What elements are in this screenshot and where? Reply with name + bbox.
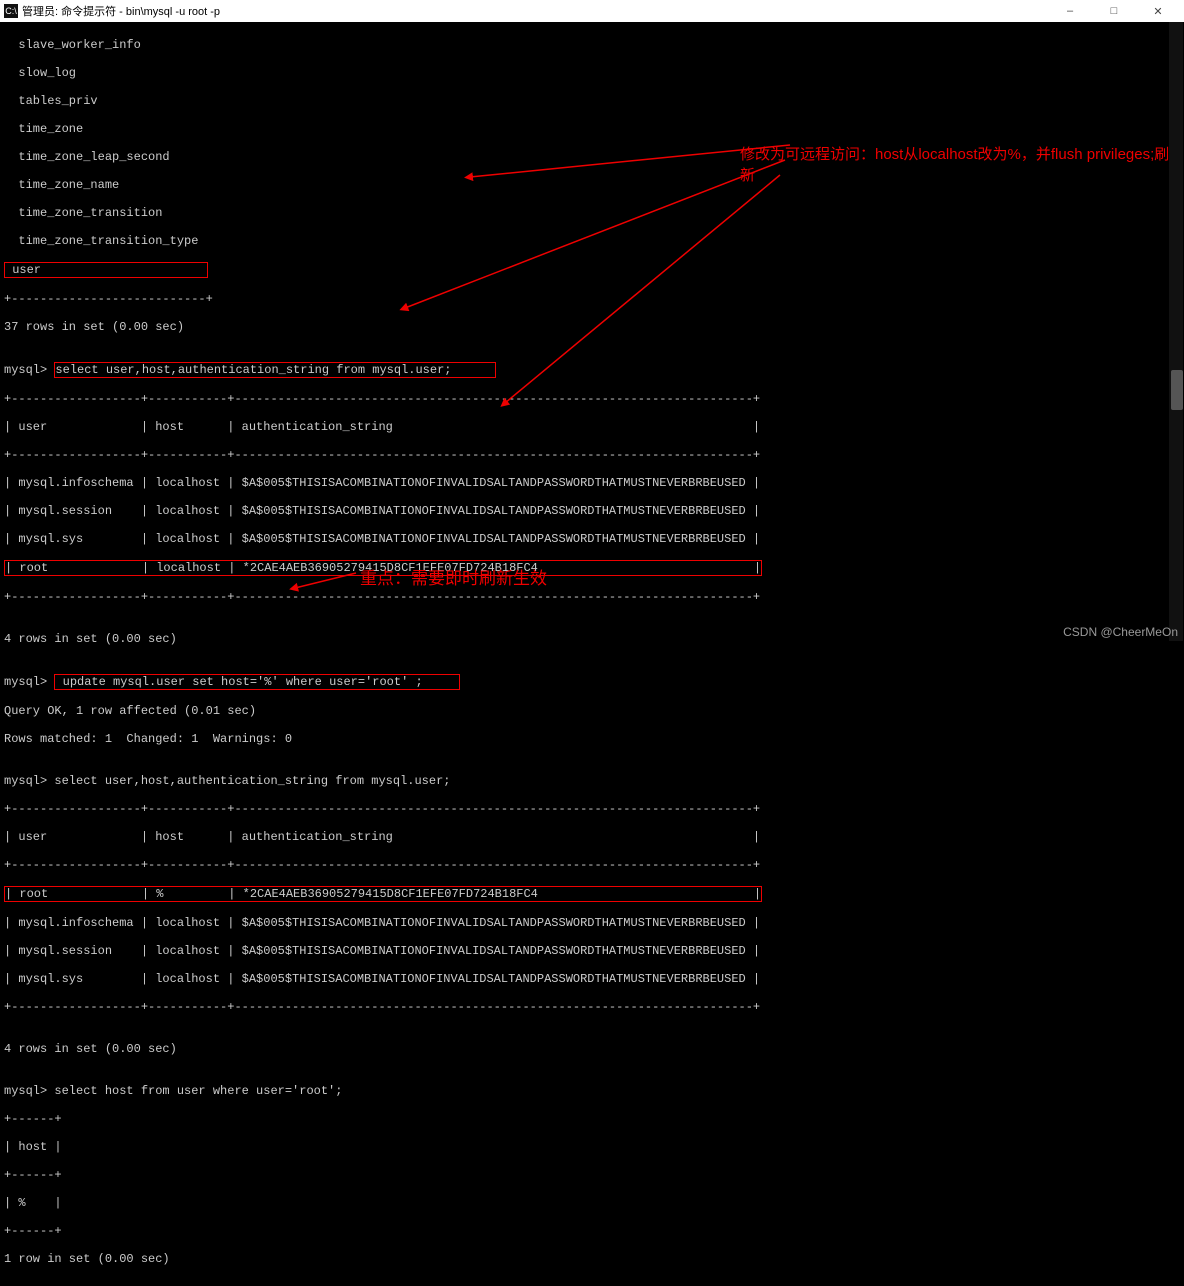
table-separator: +------------------+-----------+--------… [4,392,1180,406]
output-line: | host | [4,1140,1180,1154]
app-icon: C:\ [4,4,18,18]
output-line: 37 rows in set (0.00 sec) [4,320,1180,334]
mysql-prompt: mysql> [4,675,54,689]
scrollbar-track[interactable] [1169,22,1183,641]
scrollbar-thumb[interactable] [1171,370,1183,410]
table-separator: +------------------+-----------+--------… [4,858,1180,872]
maximize-button[interactable]: □ [1092,0,1136,22]
table-row: | mysql.session | localhost | $A$005$THI… [4,504,1180,518]
table-separator: +------------------+-----------+--------… [4,802,1180,816]
annotation-remote-access: 修改为可远程访问：host从localhost改为%，并flush privil… [740,143,1184,185]
highlight-root-percent-row: | root | % | *2CAE4AEB36905279415D8CF1EF… [4,886,762,902]
table-list-line: time_zone_transition_type [4,234,1180,248]
table-row: | mysql.infoschema | localhost | $A$005$… [4,476,1180,490]
output-line: 4 rows in set (0.00 sec) [4,1042,1180,1056]
watermark-text: CSDN @CheerMeOn [1063,625,1178,639]
output-line: | % | [4,1196,1180,1210]
output-line: +------+ [4,1168,1180,1182]
table-row: | mysql.sys | localhost | $A$005$THISISA… [4,972,1180,986]
output-line: +------+ [4,1224,1180,1238]
table-list-line: time_zone [4,122,1180,136]
table-row: | mysql.infoschema | localhost | $A$005$… [4,916,1180,930]
table-row: | mysql.sys | localhost | $A$005$THISISA… [4,532,1180,546]
table-list-line: slave_worker_info [4,38,1180,52]
output-line: mysql> select host from user where user=… [4,1084,1180,1098]
output-line: +---------------------------+ [4,292,1180,306]
mysql-prompt: mysql> [4,363,54,377]
annotation-flush-important: 重点：需要即时刷新生效 [360,564,547,589]
output-line: 1 row in set (0.00 sec) [4,1252,1180,1266]
table-row: | mysql.session | localhost | $A$005$THI… [4,944,1180,958]
highlight-select-query: select user,host,authentication_string f… [54,362,495,378]
table-header: | user | host | authentication_string | [4,830,1180,844]
output-line: Rows matched: 1 Changed: 1 Warnings: 0 [4,732,1180,746]
output-line: +------+ [4,1112,1180,1126]
table-separator: +------------------+-----------+--------… [4,590,1180,604]
minimize-button[interactable]: – [1048,0,1092,22]
output-line: mysql> select user,host,authentication_s… [4,774,1180,788]
table-separator: +------------------+-----------+--------… [4,1000,1180,1014]
table-list-line: time_zone_transition [4,206,1180,220]
window-title: 管理员: 命令提示符 - bin\mysql -u root -p [22,3,220,19]
close-button[interactable]: ✕ [1136,0,1180,22]
table-header: | user | host | authentication_string | [4,420,1180,434]
table-list-line: tables_priv [4,94,1180,108]
terminal-output[interactable]: slave_worker_info slow_log tables_priv t… [0,22,1184,1286]
window-titlebar: C:\ 管理员: 命令提示符 - bin\mysql -u root -p – … [0,0,1184,22]
table-list-line: slow_log [4,66,1180,80]
table-separator: +------------------+-----------+--------… [4,448,1180,462]
highlight-update-query: update mysql.user set host='%' where use… [54,674,459,690]
highlight-user-table: user [4,262,208,278]
output-line: 4 rows in set (0.00 sec) [4,632,1180,646]
output-line: Query OK, 1 row affected (0.01 sec) [4,704,1180,718]
